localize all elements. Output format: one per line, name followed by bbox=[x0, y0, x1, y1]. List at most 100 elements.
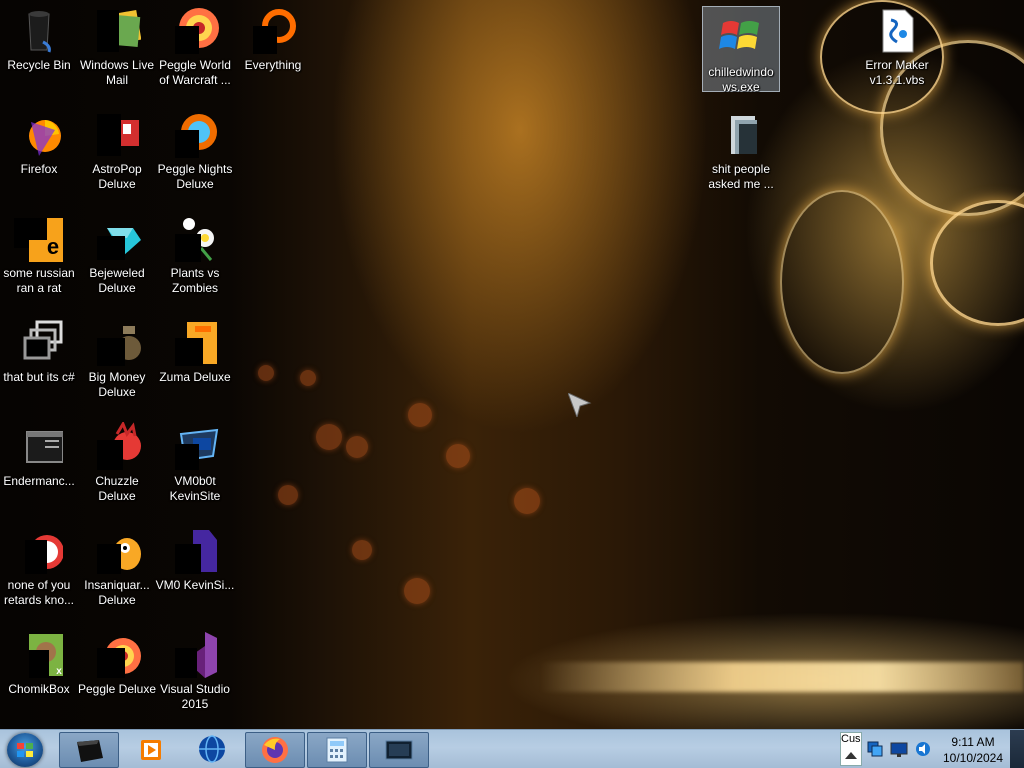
taskbar-button-file-explorer[interactable] bbox=[59, 732, 119, 768]
desktop-icon-firefox[interactable]: Firefox bbox=[0, 104, 78, 248]
desktop-icon-windows-live-mail[interactable]: Windows Live Mail bbox=[78, 0, 156, 90]
app-red-icon bbox=[15, 526, 64, 574]
desktop-icon-astropop[interactable]: AstroPop Deluxe bbox=[78, 104, 156, 194]
desktop-icon-label: Bejeweled Deluxe bbox=[89, 266, 145, 295]
wallpaper-bokeh bbox=[278, 485, 298, 505]
desktop-icon-label: Recycle Bin bbox=[7, 58, 71, 72]
desktop-icon-label: chilledwindows.exe bbox=[708, 65, 774, 94]
zuma-icon bbox=[171, 318, 219, 366]
desktop-icon-chuzzle[interactable]: Chuzzle Deluxe bbox=[78, 416, 156, 506]
desktop-icon-peggle-deluxe[interactable]: Peggle Deluxe bbox=[78, 624, 156, 714]
desktop-icon-label: shit people asked me ... bbox=[708, 162, 774, 191]
taskbar-button-vm-app[interactable] bbox=[369, 732, 429, 768]
wallpaper-bokeh bbox=[316, 424, 342, 450]
big-money-icon bbox=[93, 318, 141, 366]
desktop-icon-endermanc[interactable]: Endermanc... bbox=[0, 416, 78, 506]
desktop-icon-peggle-nights[interactable]: Peggle Nights Deluxe bbox=[156, 104, 234, 194]
search-orange-icon bbox=[249, 6, 297, 54]
windows-logo-icon bbox=[717, 13, 765, 61]
vm-purple-icon bbox=[171, 526, 219, 574]
taskbar-button-firefox[interactable] bbox=[245, 732, 305, 768]
vm-folder-icon bbox=[171, 422, 219, 470]
app-orange-icon: e bbox=[15, 214, 63, 262]
desktop-icon-label: VM0b0t KevinSite bbox=[169, 474, 221, 503]
desktop-icon-peggle-wow[interactable]: Peggle World of Warcraft ... bbox=[156, 0, 234, 90]
desktop-icon-label: Peggle World of Warcraft ... bbox=[159, 58, 231, 87]
globe-icon bbox=[199, 735, 225, 763]
start-button[interactable] bbox=[7, 733, 43, 767]
desktop-icon-plants-vs-zombies[interactable]: Plants vs Zombies bbox=[156, 208, 234, 298]
wallpaper-bokeh bbox=[346, 436, 368, 458]
desktop-icon-recycle-bin[interactable]: Recycle Bin bbox=[0, 0, 78, 90]
desktop-icon-chilledwindows[interactable]: chilledwindows.exe bbox=[702, 6, 780, 94]
terminal-window-icon bbox=[15, 422, 64, 470]
desktop-icon-label: Everything bbox=[244, 58, 302, 72]
desktop-icon-that-but-c[interactable]: that but its c# bbox=[0, 312, 78, 402]
desktop-icon-zuma[interactable]: Zuma Deluxe bbox=[156, 312, 234, 402]
desktop-icon-label: Error Maker v1.3.1.vbs bbox=[865, 58, 929, 87]
astropop-icon bbox=[93, 110, 141, 158]
desktop-icon-label: AstroPop Deluxe bbox=[92, 162, 142, 191]
firefox-icon bbox=[262, 737, 288, 763]
system-clock[interactable]: 9:11 AM 10/10/2024 bbox=[940, 734, 1006, 766]
chuzzle-icon bbox=[93, 420, 141, 470]
monitor-screen-icon bbox=[385, 740, 413, 760]
desktop-icon-label: Peggle Deluxe bbox=[77, 682, 157, 696]
tray-monitor-icon[interactable] bbox=[890, 740, 908, 758]
desktop-icon-label: Windows Live Mail bbox=[79, 58, 155, 87]
desktop-icon-label: ChomikBox bbox=[8, 682, 70, 696]
tray-volume-icon[interactable] bbox=[914, 740, 932, 758]
tray-overflow-button[interactable]: Cus bbox=[840, 732, 862, 766]
wallpaper-bokeh bbox=[352, 540, 372, 560]
desktop-icon-some-russian[interactable]: e some russian ran a rat bbox=[0, 208, 78, 298]
monitor-dark-icon bbox=[77, 740, 103, 762]
desktop-icon-none-of-you[interactable]: none of you retards kno... bbox=[0, 520, 78, 610]
tray-overflow-label: Cus bbox=[841, 733, 861, 745]
plants-vs-zombies-icon bbox=[171, 214, 219, 262]
chevron-up-icon bbox=[845, 752, 857, 759]
show-desktop-button[interactable] bbox=[1010, 730, 1024, 768]
peggle-deluxe-icon bbox=[93, 630, 141, 678]
svg-text:e: e bbox=[47, 234, 59, 259]
chomikbox-icon: x bbox=[15, 630, 63, 678]
desktop-icon-everything[interactable]: Everything bbox=[234, 0, 312, 90]
desktop-icon-label: Plants vs Zombies bbox=[170, 266, 220, 295]
media-player-icon bbox=[141, 740, 161, 760]
desktop-icon-vm0[interactable]: VM0 KevinSi... bbox=[156, 520, 234, 610]
clock-time: 9:11 AM bbox=[951, 735, 995, 749]
windows-flag-icon bbox=[17, 743, 33, 757]
desktop-icon-label: Endermanc... bbox=[3, 474, 75, 488]
window-stack-icon bbox=[15, 318, 63, 366]
desktop-icon-shit-people-asked[interactable]: shit people asked me ... bbox=[702, 104, 780, 194]
wallpaper-bokeh bbox=[408, 403, 432, 427]
tray-network-icon[interactable] bbox=[866, 740, 884, 758]
desktop-icon-vm0b0t[interactable]: VM0b0t KevinSite bbox=[156, 416, 234, 506]
wallpaper-bokeh bbox=[404, 578, 430, 604]
desktop-icon-label: Insaniquar... Deluxe bbox=[84, 578, 150, 607]
desktop-icon-error-maker[interactable]: Error Maker v1.3.1.vbs bbox=[858, 0, 936, 90]
desktop-icon-insaniquarium[interactable]: Insaniquar... Deluxe bbox=[78, 520, 156, 610]
desktop-icon-label: that but its c# bbox=[3, 370, 75, 384]
taskbar: Cus 9:11 AM 10/10/2024 bbox=[0, 729, 1024, 768]
peggle-icon bbox=[171, 6, 219, 54]
desktop-icon-label: Visual Studio 2015 bbox=[160, 682, 230, 711]
insaniquarium-icon bbox=[93, 526, 141, 574]
taskbar-button-media-player[interactable] bbox=[121, 732, 179, 766]
visual-studio-icon bbox=[171, 630, 219, 678]
taskbar-button-globe-app[interactable] bbox=[183, 732, 241, 766]
wallpaper-bokeh bbox=[446, 444, 470, 468]
system-tray: Cus 9:11 AM 10/10/2024 bbox=[838, 730, 1024, 768]
desktop-icon-visual-studio[interactable]: Visual Studio 2015 bbox=[156, 624, 234, 714]
desktop-icon-chomikbox[interactable]: x ChomikBox bbox=[0, 624, 78, 714]
desktop-icon-label: Peggle Nights Deluxe bbox=[157, 162, 233, 191]
wallpaper-swirl bbox=[930, 200, 1024, 326]
wallpaper-bokeh bbox=[258, 365, 274, 381]
desktop-icon-bejeweled[interactable]: Bejeweled Deluxe bbox=[78, 208, 156, 298]
peggle-nights-icon bbox=[171, 110, 219, 158]
desktop-icon-label: VM0 KevinSi... bbox=[155, 578, 235, 592]
wallpaper-glow-band bbox=[540, 662, 1024, 692]
svg-text:x: x bbox=[56, 666, 62, 677]
recycle-bin-icon bbox=[15, 6, 63, 54]
taskbar-button-calculator[interactable] bbox=[307, 732, 367, 768]
desktop-icon-big-money[interactable]: Big Money Deluxe bbox=[78, 312, 156, 402]
